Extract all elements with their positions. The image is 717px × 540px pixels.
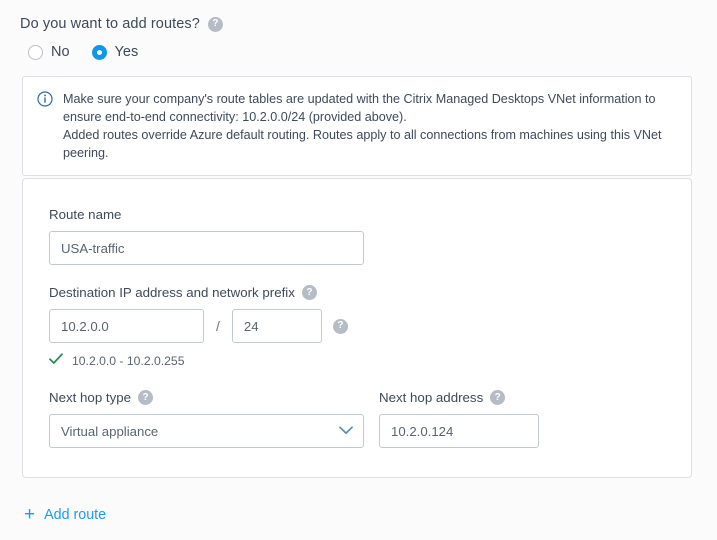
next-hop-address-input[interactable] [379, 414, 539, 448]
info-circle-icon [37, 91, 53, 107]
add-route-button[interactable]: + Add route [24, 505, 106, 524]
radio-dot-no [28, 45, 43, 60]
radio-option-no[interactable]: No [28, 44, 70, 60]
next-hop-address-label: Next hop address ? [379, 390, 579, 405]
info-banner-line-1: Make sure your company's route tables ar… [63, 90, 677, 126]
network-prefix-help-icon[interactable]: ? [333, 319, 348, 334]
next-hop-type-label-text: Next hop type [49, 390, 131, 405]
info-banner-text: Make sure your company's route tables ar… [63, 90, 677, 162]
plus-icon: + [24, 505, 35, 524]
network-prefix-input[interactable] [232, 309, 322, 343]
destination-ip-input[interactable] [49, 309, 204, 343]
info-banner: Make sure your company's route tables ar… [22, 76, 692, 176]
check-icon [49, 352, 63, 370]
radio-option-yes[interactable]: Yes [92, 44, 139, 60]
destination-label-text: Destination IP address and network prefi… [49, 285, 295, 300]
route-name-input[interactable] [49, 231, 364, 265]
destination-input-row: / ? [49, 309, 665, 343]
question-row: Do you want to add routes? ? [0, 0, 717, 32]
radio-label-no: No [51, 44, 70, 60]
next-hop-address-help-icon[interactable]: ? [490, 390, 505, 405]
add-routes-radio-group: No Yes [0, 32, 717, 60]
route-name-field-group: Route name [49, 207, 665, 265]
next-hop-type-value: Virtual appliance [61, 424, 158, 439]
destination-help-icon[interactable]: ? [302, 285, 317, 300]
next-hop-type-select-wrap: Virtual appliance [49, 414, 364, 448]
next-hop-address-field-group: Next hop address ? [379, 390, 579, 448]
destination-range-text: 10.2.0.0 - 10.2.0.255 [72, 354, 185, 368]
next-hop-address-label-text: Next hop address [379, 390, 483, 405]
next-hop-type-select[interactable]: Virtual appliance [49, 414, 364, 448]
route-name-label-text: Route name [49, 207, 121, 222]
add-route-label: Add route [44, 507, 106, 523]
next-hop-row: Next hop type ? Virtual appliance [49, 390, 665, 448]
destination-label: Destination IP address and network prefi… [49, 285, 665, 300]
radio-dot-yes [92, 45, 107, 60]
radio-label-yes: Yes [115, 44, 139, 60]
help-circle-icon[interactable]: ? [208, 17, 223, 32]
next-hop-type-help-icon[interactable]: ? [138, 390, 153, 405]
add-routes-page: Do you want to add routes? ? No Yes Make… [0, 0, 717, 540]
info-banner-line-2: Added routes override Azure default rout… [63, 126, 677, 162]
route-name-label: Route name [49, 207, 665, 222]
prefix-separator: / [215, 318, 221, 334]
next-hop-type-label: Next hop type ? [49, 390, 379, 405]
page-title: Do you want to add routes? [20, 16, 200, 32]
route-card: Route name Destination IP address and ne… [22, 178, 692, 478]
destination-validation-row: 10.2.0.0 - 10.2.0.255 [49, 352, 665, 370]
next-hop-type-field-group: Next hop type ? Virtual appliance [49, 390, 379, 448]
destination-field-group: Destination IP address and network prefi… [49, 285, 665, 370]
